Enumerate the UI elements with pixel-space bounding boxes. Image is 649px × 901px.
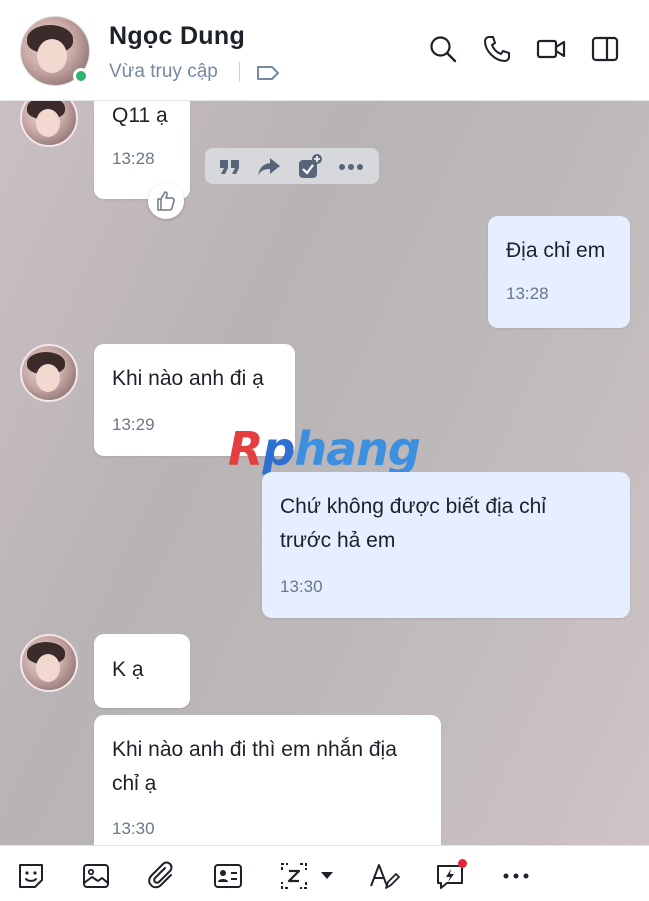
tag-icon[interactable] (255, 63, 281, 88)
message-time: 13:30 (280, 577, 323, 596)
status-divider (239, 62, 240, 82)
watermark-p: p (262, 422, 295, 476)
quote-icon[interactable] (217, 154, 243, 180)
composer-toolbar (0, 845, 649, 901)
avatar-face (36, 654, 60, 682)
avatar-face (36, 364, 60, 392)
message-list[interactable]: Q11 ạ 13:28 Địa chỉ em 13:28 Khi nào anh… (0, 101, 649, 845)
sticker-icon[interactable] (15, 860, 47, 892)
sender-avatar[interactable] (20, 634, 78, 692)
message-text-line-2: trước hả em (280, 529, 396, 552)
video-call-icon[interactable] (536, 34, 566, 64)
search-icon[interactable] (428, 34, 458, 64)
message-text: K ạ (112, 658, 144, 681)
contact-name[interactable]: Ngọc Dung (109, 22, 245, 51)
message-bubble[interactable]: Khi nào anh đi thì em nhắn địa chỉ ạ 13:… (94, 715, 441, 845)
message-actions-toolbar (205, 148, 379, 184)
forward-icon[interactable] (256, 154, 282, 180)
format-text-icon[interactable] (368, 860, 400, 892)
watermark-r: R (228, 422, 263, 476)
message-text-line-2: chỉ ạ (112, 772, 157, 795)
message-text: Khi nào anh đi ạ (112, 367, 264, 390)
chevron-down-icon[interactable] (318, 866, 336, 884)
message-bubble[interactable]: Q11 ạ 13:28 (94, 101, 190, 199)
like-button[interactable] (148, 183, 184, 219)
message-text-line-1: Khi nào anh đi thì em nhắn địa (112, 738, 397, 761)
watermark-logo: Rphang (228, 422, 421, 476)
side-panel-icon[interactable] (590, 34, 620, 64)
add-task-icon[interactable] (297, 154, 323, 180)
avatar-face (37, 39, 67, 73)
message-bubble[interactable]: K ạ (94, 634, 190, 708)
attachment-icon[interactable] (146, 860, 178, 892)
chat-header: Ngọc Dung Vừa truy cập (0, 0, 649, 101)
image-icon[interactable] (80, 860, 112, 892)
online-indicator (73, 68, 89, 84)
message-text: Địa chỉ em (506, 239, 606, 262)
contact-card-icon[interactable] (212, 860, 244, 892)
contact-status: Vừa truy cập (109, 61, 218, 82)
message-time: 13:29 (112, 415, 155, 434)
message-time: 13:30 (112, 819, 155, 838)
thumbs-up-icon (157, 191, 175, 211)
screenshot-icon[interactable] (278, 860, 310, 892)
more-icon[interactable] (338, 154, 364, 180)
sender-avatar[interactable] (20, 344, 78, 402)
message-bubble-self[interactable]: Chứ không được biết địa chỉ trước hả em … (262, 472, 630, 618)
message-text: Q11 ạ (112, 104, 168, 127)
notification-dot (458, 859, 467, 868)
message-text-line-1: Chứ không được biết địa chỉ (280, 495, 547, 518)
avatar-face (36, 109, 60, 137)
watermark-rest: hang (294, 422, 420, 476)
sender-avatar[interactable] (20, 101, 78, 147)
message-time: 13:28 (506, 284, 549, 303)
message-time: 13:28 (112, 149, 155, 168)
phone-icon[interactable] (482, 34, 512, 64)
message-bubble-self[interactable]: Địa chỉ em 13:28 (488, 216, 630, 328)
more-icon[interactable] (500, 860, 532, 892)
